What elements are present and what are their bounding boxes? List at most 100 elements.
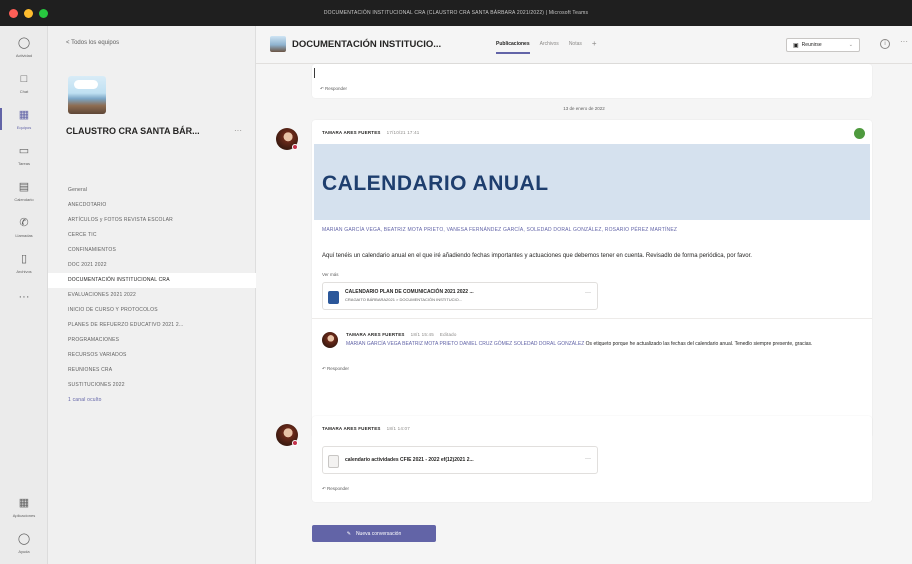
file-path: CRAGAITO BÁRBARA2021 > DOCUMENTACIÓN INS… [345,297,463,302]
backpack-icon: ▭ [18,145,30,157]
team-sidebar: < Todos los equipos CLAUSTRO CRA SANTA B… [48,26,256,564]
channel-item[interactable]: DOC 2021 2022 [48,258,256,273]
file-name: CALENDARIO PLAN DE COMUNICACIÓN 2021 202… [345,289,474,295]
file-attachment[interactable]: calendario actividades CFIE 2021 - 2022 … [322,446,598,474]
rail-item-teams[interactable]: ▦ Equipos [0,102,48,136]
post-body: Aquí tenéis un calendario anual en el qu… [322,253,752,259]
info-icon[interactable]: i [880,39,890,49]
channel-item[interactable]: CONFINAMIENTOS [48,243,256,258]
reply-body: MARIAN GARCÍA VEGA BEATRIZ MOTA PRIETO D… [346,340,860,349]
teams-icon: ▦ [18,109,30,121]
post-author[interactable]: TAMARA ARES FUERTES 17/10/21 17:41 [322,130,419,135]
channel-item[interactable]: PLANES DE REFUERZO EDUCATIVO 2021 2... [48,318,256,333]
file-icon: ▯ [20,253,28,265]
reply-link[interactable]: ↶ Responder [322,366,349,372]
team-more-options-button[interactable]: ··· [234,126,242,135]
rail-label: Actividad [15,52,33,58]
mentions[interactable]: MARIAN GARCÍA VEGA, BEATRIZ MOTA PRIETO,… [322,226,842,235]
post-timestamp: 17/10/21 17:41 [386,130,420,135]
rail-item-apps[interactable]: ▦ Aplicaciones [0,490,48,524]
channel-item[interactable]: PROGRAMACIONES [48,333,256,348]
meet-button[interactable]: ▣ Reunirse ⌄ [786,38,860,52]
avatar[interactable] [322,332,338,348]
rail-label: Tareas [17,160,30,166]
presence-indicator [292,440,298,446]
channel-item[interactable]: SUSTITUCIONES 2022 [48,378,256,393]
new-conversation-button[interactable]: ✎ Nueva conversación [312,525,436,542]
presence-indicator [292,144,298,150]
announcement-banner: CALENDARIO ANUAL [314,144,870,220]
file-attachment[interactable]: CALENDARIO PLAN DE COMUNICACIÓN 2021 202… [322,282,598,310]
word-file-icon [328,291,339,304]
compose-icon: ✎ [346,530,351,537]
tab-files[interactable]: Archivos [540,41,559,47]
file-more-options-button[interactable]: ··· [585,456,591,462]
channel-item[interactable]: General [48,183,256,198]
rail-item-chat[interactable]: □ Chat [0,66,48,100]
phone-icon: ✆ [19,217,29,229]
rail-item-calls[interactable]: ✆ Llamadas [0,210,48,244]
reaction-icon[interactable] [854,128,865,139]
previous-post-card: ↶ Responder [312,64,872,98]
title-bar: DOCUMENTACIÓN INSTITUCIONAL CRA (CLAUSTR… [0,0,912,26]
author-name: TAMARA ARES FUERTES [346,332,405,337]
reply-label: Responder [325,86,348,91]
more-icon: ··· [18,290,30,303]
post-author[interactable]: TAMARA ARES FUERTES 18/1 14:07 [322,426,410,431]
reply-timestamp: 18/1 15:45 [410,332,434,337]
rail-item-calendar[interactable]: ▤ Calendario [0,174,48,208]
rail-label: Llamadas [15,232,33,238]
pdf-file-icon [328,455,339,468]
channel-item[interactable]: RECURSOS VARIADOS [48,348,256,363]
channel-item[interactable]: EVALUACIONES 2021 2022 [48,288,256,303]
text-cursor [314,68,315,78]
rail-label: Ayuda [18,548,30,554]
channel-item[interactable]: ANECDOTARIO [48,198,256,213]
channel-tabs: Publicaciones Archivos Notas + [496,40,597,54]
announcement-title: CALENDARIO ANUAL [322,172,549,195]
rail-item-help[interactable]: ◯ Ayuda [0,526,48,560]
edited-label: Editado [439,332,457,337]
reply-author[interactable]: TAMARA ARES FUERTES 18/1 15:45 Editado [346,332,457,337]
bell-icon: ◯ [17,37,31,49]
hidden-channels-link[interactable]: 1 canal oculto [48,393,256,408]
channel-item[interactable]: INICIO DE CURSO Y PROTOCOLOS [48,303,256,318]
tab-notes[interactable]: Notas [569,41,582,47]
reply-link[interactable]: ↶ Responder [320,86,347,92]
chevron-down-icon[interactable]: ⌄ [849,42,853,48]
new-conversation-label: Nueva conversación [355,530,402,537]
divider [312,318,872,319]
meet-button-label: Reunirse [801,42,822,48]
reply-mentions[interactable]: MARIAN GARCÍA VEGA BEATRIZ MOTA PRIETO D… [346,341,584,347]
rail-item-assignments[interactable]: ▭ Tareas [0,138,48,172]
video-camera-icon: ▣ [793,42,799,49]
reply-label: Responder [327,366,350,371]
channel-item[interactable]: CERCE TIC [48,228,256,243]
channel-list: General ANECDOTARIO ARTÍCULOS y FOTOS RE… [48,183,256,408]
date-separator: 13 de enero de 2022 [563,106,605,111]
team-name[interactable]: CLAUSTRO CRA SANTA BÁR... [66,126,200,136]
see-more-link[interactable]: Ver más [322,272,339,277]
add-tab-button[interactable]: + [592,40,597,48]
file-more-options-button[interactable]: ··· [585,290,591,296]
help-icon: ◯ [17,533,31,545]
window-title: DOCUMENTACIÓN INSTITUCIONAL CRA (CLAUSTR… [323,10,589,16]
channel-main: DOCUMENTACIÓN INSTITUCIO... Publicacione… [256,26,912,564]
channel-item-selected[interactable]: DOCUMENTACIÓN INSTITUCIONAL CRA [48,273,256,288]
rail-item-files[interactable]: ▯ Archivos [0,246,48,280]
rail-item-more[interactable]: ··· [0,280,48,314]
author-name: TAMARA ARES FUERTES [322,426,381,431]
chat-icon: □ [20,73,28,85]
reply-label: Responder [327,486,350,491]
channel-title: DOCUMENTACIÓN INSTITUCIO... [292,39,442,50]
channel-item[interactable]: REUNIONES CRA [48,363,256,378]
more-options-icon[interactable]: ··· [900,37,908,46]
rail-label: Aplicaciones [12,512,36,518]
tab-posts[interactable]: Publicaciones [496,41,530,54]
rail-item-activity[interactable]: ◯ Actividad [0,30,48,64]
team-avatar [68,76,106,114]
reply-link[interactable]: ↶ Responder [322,486,349,492]
channel-item[interactable]: ARTÍCULOS y FOTOS REVISTA ESCOLAR [48,213,256,228]
all-teams-link[interactable]: < Todos los equipos [66,40,119,46]
reply-text: Os etiqueto porque he actualizado las fe… [585,341,813,347]
